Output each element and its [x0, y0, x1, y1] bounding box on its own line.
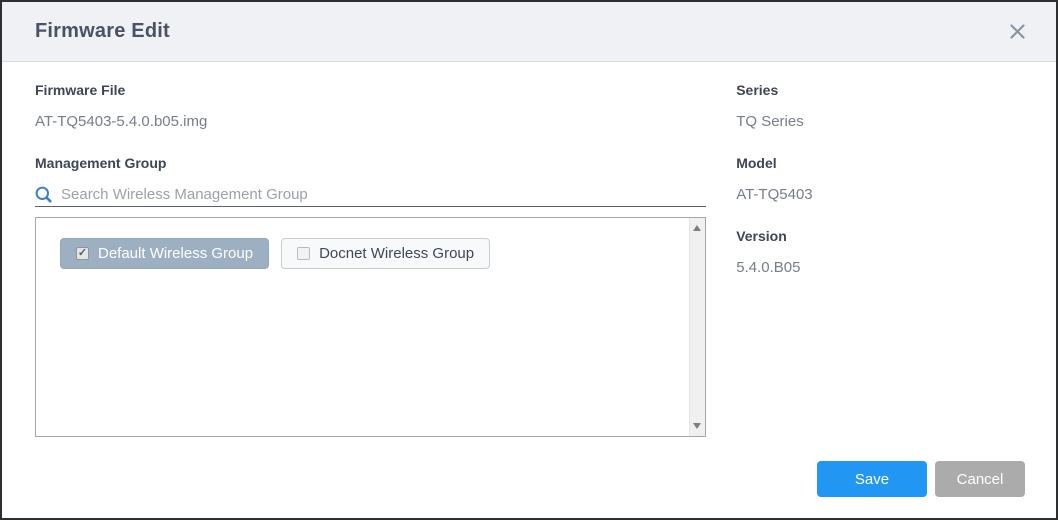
save-button[interactable]: Save	[817, 461, 927, 497]
dialog-body: Firmware File AT-TQ5403-5.4.0.b05.img Ma…	[2, 62, 1056, 437]
search-icon	[35, 186, 52, 203]
group-option-docnet-wireless-group[interactable]: Docnet Wireless Group	[281, 238, 490, 269]
firmware-file-value: AT-TQ5403-5.4.0.b05.img	[35, 113, 706, 131]
search-bar	[35, 185, 706, 207]
close-button[interactable]	[1004, 19, 1030, 45]
list-scrollbar[interactable]	[689, 218, 705, 436]
group-option-label: Default Wireless Group	[98, 245, 253, 262]
firmware-file-label: Firmware File	[35, 82, 706, 99]
checkbox-icon	[297, 247, 310, 260]
search-input[interactable]	[61, 186, 706, 203]
left-column: Firmware File AT-TQ5403-5.4.0.b05.img Ma…	[35, 62, 706, 437]
model-value: AT-TQ5403	[736, 186, 1023, 204]
group-list: Default Wireless Group Docnet Wireless G…	[36, 218, 705, 269]
scroll-down-arrow-icon[interactable]	[693, 423, 701, 429]
management-group-label: Management Group	[35, 155, 706, 172]
firmware-edit-dialog: Firmware Edit Firmware File AT-TQ5403-5.…	[0, 0, 1058, 520]
series-label: Series	[736, 82, 1023, 99]
dialog-footer: Save Cancel	[817, 461, 1025, 497]
version-label: Version	[736, 228, 1023, 245]
cancel-button[interactable]: Cancel	[935, 461, 1025, 497]
checkbox-icon	[76, 247, 89, 260]
x-icon	[1009, 23, 1026, 40]
group-option-default-wireless-group[interactable]: Default Wireless Group	[60, 238, 269, 269]
scroll-up-arrow-icon[interactable]	[693, 225, 701, 231]
group-list-box: Default Wireless Group Docnet Wireless G…	[35, 217, 706, 437]
version-value: 5.4.0.B05	[736, 259, 1023, 277]
model-label: Model	[736, 155, 1023, 172]
group-option-label: Docnet Wireless Group	[319, 245, 474, 262]
right-column: Series TQ Series Model AT-TQ5403 Version…	[736, 62, 1023, 277]
dialog-header: Firmware Edit	[2, 2, 1056, 62]
dialog-title: Firmware Edit	[35, 20, 170, 43]
series-value: TQ Series	[736, 113, 1023, 131]
